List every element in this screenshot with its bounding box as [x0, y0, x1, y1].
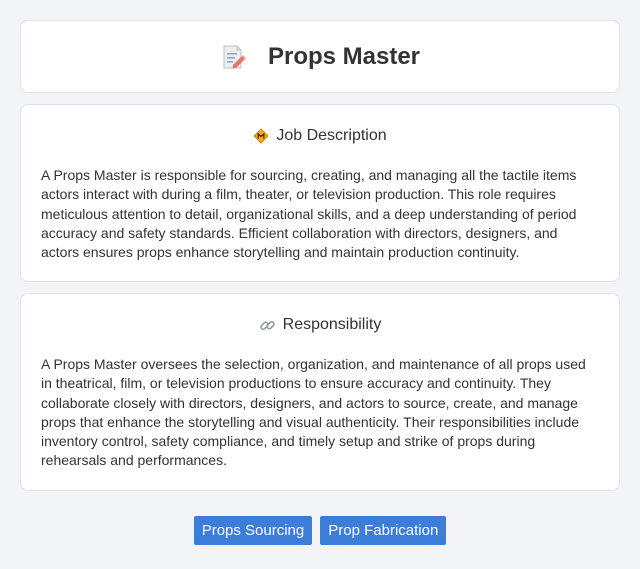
header-card: Props Master: [20, 20, 620, 93]
tag-prop-fabrication[interactable]: Prop Fabrication: [320, 516, 447, 545]
job-description-card: Job Description A Props Master is respon…: [20, 104, 620, 282]
tag-list: Props Sourcing Prop Fabrication: [0, 516, 640, 545]
memo-icon: [220, 44, 246, 70]
tag-props-sourcing[interactable]: Props Sourcing: [193, 516, 313, 545]
responsibility-card: Responsibility A Props Master oversees t…: [20, 293, 620, 491]
link-icon: [259, 317, 276, 334]
job-description-heading-text: Job Description: [276, 127, 387, 144]
diamond-warning-icon: [253, 128, 269, 144]
responsibility-heading: Responsibility: [21, 316, 619, 334]
responsibility-heading-text: Responsibility: [282, 316, 382, 333]
responsibility-text: A Props Master oversees the selection, o…: [41, 356, 586, 469]
job-description-heading: Job Description: [21, 127, 619, 145]
job-description-text: A Props Master is responsible for sourci…: [41, 167, 577, 261]
page-title: Props Master: [267, 42, 421, 70]
